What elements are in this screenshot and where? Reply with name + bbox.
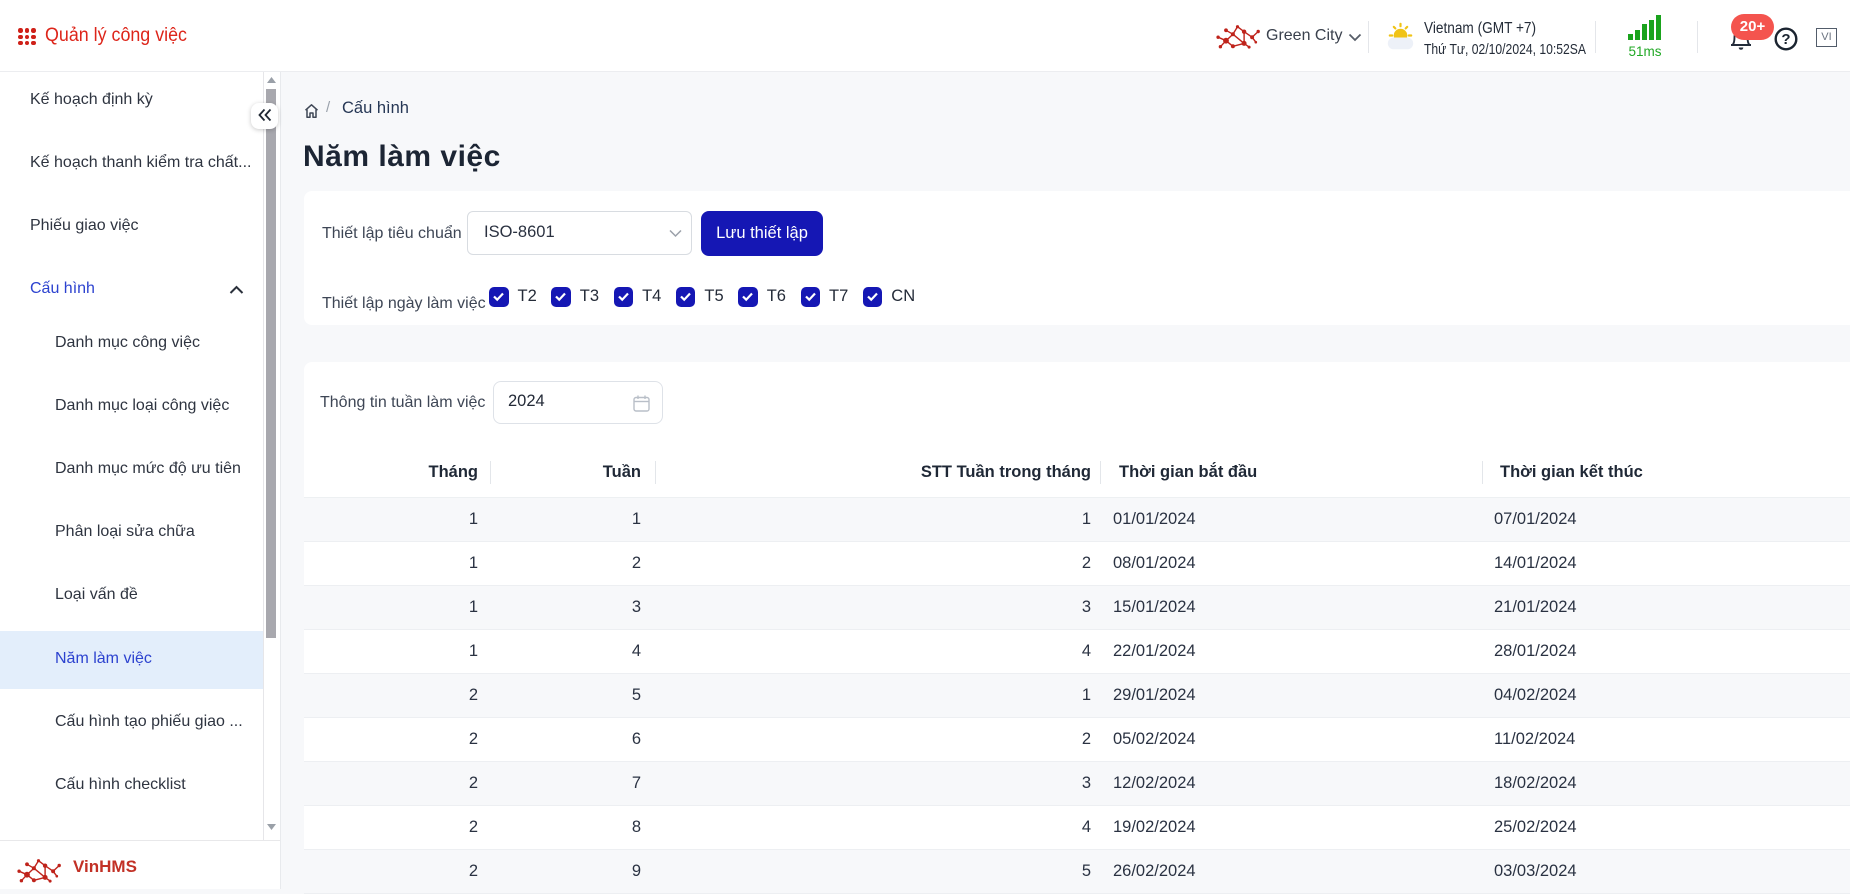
svg-text:?: ? [1781, 31, 1790, 48]
